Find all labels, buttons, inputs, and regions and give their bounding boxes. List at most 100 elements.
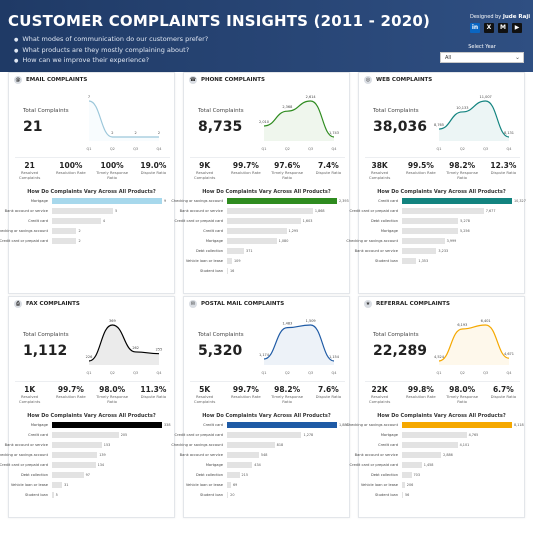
product-bar[interactable] (402, 258, 417, 264)
product-bar[interactable] (227, 482, 232, 488)
product-bar[interactable] (402, 218, 459, 224)
product-bar[interactable] (52, 492, 54, 498)
kpi-resolution-rate: 99.7% Resolution Rate (227, 385, 265, 409)
product-bar[interactable] (227, 198, 337, 204)
kpi-dispute-ratio: 7.6% Dispute Ratio (309, 385, 347, 409)
bar-value-label: 2,393 (339, 199, 349, 203)
bar-row: Credit card or prepaid card 2 (0, 237, 174, 245)
product-bar[interactable] (52, 422, 162, 428)
product-bar[interactable] (227, 238, 277, 244)
kpi-timely-response-ratio: 98.2% Timely Response Ratio (443, 161, 481, 185)
bar-value-label: 7,677 (485, 209, 496, 213)
chevron-down-icon: ⌄ (514, 54, 520, 61)
product-bar[interactable] (227, 208, 313, 214)
year-select[interactable]: All ⌄ (440, 52, 524, 63)
product-bar[interactable] (52, 208, 114, 214)
kpi-label: Dispute Ratio (140, 394, 167, 399)
product-bar[interactable] (227, 442, 275, 448)
bar-row: Bank account or service 153 (5, 441, 174, 449)
year-filter: Select Year All ⌄ (440, 44, 524, 63)
kpi-timely-response-ratio: 97.6% Timely Response Ratio (268, 161, 306, 185)
kpi-resolution-rate: 99.5% Resolution Rate (402, 161, 440, 185)
product-bar[interactable] (227, 472, 240, 478)
product-bar[interactable] (52, 238, 77, 244)
trend-point-label: 2 (135, 131, 137, 135)
bar-row: Credit card 205 (9, 431, 174, 439)
bar-row: Debt collection 97 (9, 471, 174, 479)
trend-chart: 4,524 Q1 6,193 Q2 6,401 Q3 4,671 Q4 (434, 319, 514, 375)
product-bar[interactable] (227, 228, 287, 234)
product-bar[interactable] (402, 432, 467, 438)
kpi-dispute-ratio: 6.7% Dispute Ratio (484, 385, 522, 409)
product-bar[interactable] (402, 238, 445, 244)
bar-category-label: Credit card (28, 433, 48, 437)
kpi-label: Resolved Complaints (368, 170, 391, 180)
kpi-row: 22K Resolved Complaints 99.8% Resolution Ra… (359, 385, 524, 409)
trend-point-label: 1,483 (282, 322, 292, 326)
product-bar[interactable] (402, 452, 442, 458)
bar-row: Credit card 4 (9, 217, 174, 225)
product-bar[interactable] (402, 248, 437, 254)
product-bar[interactable] (227, 268, 228, 274)
product-bar[interactable] (52, 482, 63, 488)
bar-category-label: Checking or savings account (346, 423, 398, 427)
product-bar[interactable] (52, 228, 77, 234)
bar-category-label: Debt collection (370, 219, 398, 223)
product-bar[interactable] (52, 462, 96, 468)
medium-icon[interactable]: M (498, 23, 508, 33)
email-icon: @ (14, 76, 22, 84)
product-bar[interactable] (52, 472, 84, 478)
kpi-row: 21 Resolved Complaints 100% Resolution Rate… (9, 161, 174, 185)
kpi-label: Dispute Ratio (140, 170, 167, 175)
product-bar[interactable] (52, 442, 102, 448)
kpi-value: 7.6% (317, 385, 339, 394)
social-links: in X M ▶ (470, 23, 522, 33)
product-bar[interactable] (402, 442, 458, 448)
product-bar[interactable] (402, 198, 512, 204)
product-bar[interactable] (402, 228, 458, 234)
product-bar[interactable] (402, 208, 484, 214)
bar-category-label: Vehicle loan or lease (185, 483, 223, 487)
kpi-label: Resolved Complaints (193, 394, 216, 404)
kpi-value: 99.7% (232, 161, 259, 170)
bar-category-label: Vehicle loan or lease (10, 483, 48, 487)
quarter-label: Q2 (460, 371, 465, 375)
kpi-resolved-complaints: 9K Resolved Complaints (186, 161, 224, 185)
bar-value-label: 3,999 (446, 239, 457, 243)
product-bar[interactable] (52, 432, 119, 438)
product-bar[interactable] (227, 492, 229, 498)
divider (15, 157, 170, 158)
product-bar[interactable] (227, 248, 245, 254)
product-bar[interactable] (227, 462, 253, 468)
product-bar[interactable] (227, 258, 232, 264)
product-bar[interactable] (52, 198, 162, 204)
product-bar[interactable] (402, 422, 512, 428)
linkedin-icon[interactable]: in (470, 23, 480, 33)
product-bar[interactable] (402, 492, 403, 498)
product-bar[interactable] (402, 472, 412, 478)
product-bar[interactable] (52, 452, 98, 458)
bar-row: Mortgage 1,080 (184, 237, 349, 245)
product-bar[interactable] (52, 218, 101, 224)
product-bar[interactable] (402, 462, 422, 468)
bar-value-label: 2 (78, 229, 81, 233)
kpi-value: 98.2% (449, 161, 476, 170)
bar-category-label: Checking or savings account (171, 199, 223, 203)
kpi-value: 99.7% (232, 385, 259, 394)
trend-point-label: 2,010 (259, 120, 269, 124)
youtube-icon[interactable]: ▶ (512, 23, 522, 33)
product-bar[interactable] (227, 422, 337, 428)
product-bar[interactable] (227, 218, 301, 224)
product-bar[interactable] (227, 432, 302, 438)
bar-row: Vehicle loan or lease 31 (9, 481, 174, 489)
quarter-label: Q2 (460, 147, 465, 151)
bar-category-label: Bank account or service (354, 249, 398, 253)
quarter-label: Q1 (437, 371, 442, 375)
bar-category-label: Checking or savings account (0, 229, 48, 233)
product-bar[interactable] (402, 482, 405, 488)
bar-row: Checking or savings account 139 (0, 451, 174, 459)
x-twitter-icon[interactable]: X (484, 23, 494, 33)
card-header: ◎ WEB COMPLAINTS (359, 73, 524, 87)
bar-value-label: 1,603 (302, 219, 313, 223)
product-bar[interactable] (227, 452, 259, 458)
